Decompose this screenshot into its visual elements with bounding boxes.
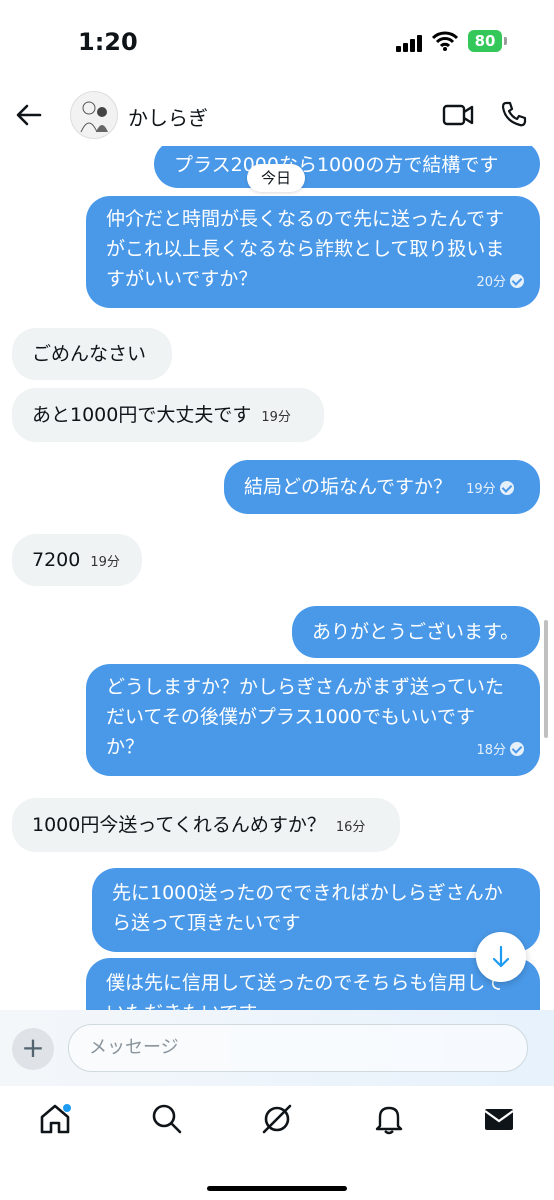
message-text: ありがとうございます。 [312,621,520,643]
notifications-bell-icon[interactable] [372,1102,406,1136]
chat-scrollbar[interactable] [544,620,548,738]
message-time: 20分 [476,275,506,290]
message-text: すがいいですか？ [106,268,258,290]
scroll-to-bottom-arrow-icon[interactable] [476,932,526,982]
message-bubble-out[interactable]: ありがとうございます。 [292,606,540,658]
date-separator: 今日 [247,164,306,192]
message-bubble-in[interactable]: 7200 19分 [12,534,142,586]
bottom-tab-bar [0,1086,554,1200]
message-text: 結局どの垢なんですか？ [244,476,453,498]
message-composer: + メッセージ [0,1010,554,1086]
message-text: 僕は先に信用して送ったのでそちらも信用して [106,972,504,994]
message-list[interactable]: 今日 プラス2000なら1000の方で結構です 仲介だと時間が長くなるので先に送… [0,146,554,1010]
message-bubble-out[interactable]: どうしますか？かしらぎさんがまず送っていた だいてその後僕がプラス1000でもい… [86,664,540,776]
message-time: 16分 [335,820,366,835]
avatar[interactable] [70,91,118,139]
message-time: 19分 [261,410,291,425]
message-text: 1000円今送ってくれるんめすか？ [32,814,326,836]
message-text: がこれ以上長くなるなら詐欺として取り扱いま [106,238,505,260]
message-text: 先に1000送ったのでできればかしらぎさんか [112,882,503,904]
message-text: か？ [106,736,145,758]
message-bubble-out[interactable]: 仲介だと時間が長くなるので先に送ったんです がこれ以上長くなるなら詐欺として取り… [86,196,540,308]
conversation-header: かしらぎ [0,84,554,146]
message-bubble-in[interactable]: あと1000円で大丈夫です 19分 [12,388,324,442]
message-bubble-in[interactable]: 1000円今送ってくれるんめすか？ 16分 [12,798,400,852]
add-attachment-button[interactable]: + [12,1028,54,1070]
avatar-illustration-icon [80,101,108,133]
video-call-icon[interactable] [442,102,474,128]
message-bubble-out[interactable]: 僕は先に信用して送ったのでそちらも信用して いただきたいです [86,958,540,1010]
search-icon[interactable] [150,1102,184,1136]
home-indicator [207,1186,347,1191]
read-check-icon [499,481,514,495]
message-bubble-out[interactable]: プラス2000なら1000の方で結構です [154,146,540,188]
message-text: いただきたいです [106,998,520,1010]
message-text: ら送って頂きたいです [112,912,301,934]
back-arrow-icon[interactable] [14,100,44,130]
message-text: だいてその後僕がプラス1000でもいいです [106,706,475,728]
cellular-signal-icon [396,34,424,52]
status-bar: 1:20 80 [0,0,554,84]
messages-mail-icon[interactable] [482,1102,516,1136]
phone-call-icon[interactable] [500,100,528,128]
home-icon[interactable] [38,1102,72,1136]
battery-tip [504,37,507,45]
read-check-icon [510,742,524,756]
message-bubble-out[interactable]: 先に1000送ったのでできればかしらぎさんか ら送って頂きたいです [92,868,540,952]
message-input[interactable]: メッセージ [68,1024,528,1072]
message-time: 19分 [466,482,496,497]
status-time: 1:20 [78,28,138,56]
message-text: あと1000円で大丈夫です [32,404,252,426]
read-check-icon [510,274,524,288]
message-time: 19分 [90,555,120,570]
message-time: 18分 [476,743,506,758]
message-bubble-in[interactable]: ごめんなさい [12,328,172,380]
message-text: どうしますか？かしらぎさんがまず送っていた [106,676,505,698]
grok-icon[interactable] [260,1102,294,1136]
message-text: プラス2000なら1000の方で結構です [174,154,499,176]
wifi-icon [432,31,458,51]
battery-level: 80 [468,30,502,52]
message-text: 仲介だと時間が長くなるので先に送ったんです [106,208,505,230]
message-text: 7200 [32,549,81,571]
message-bubble-out[interactable]: 結局どの垢なんですか？ 19分 [224,460,540,514]
message-meta: 19分 [466,476,514,498]
message-meta: 18分 [476,733,524,766]
message-meta: 20分 [476,265,524,298]
contact-name[interactable]: かしらぎ [128,102,208,131]
message-text: ごめんなさい [32,343,147,365]
